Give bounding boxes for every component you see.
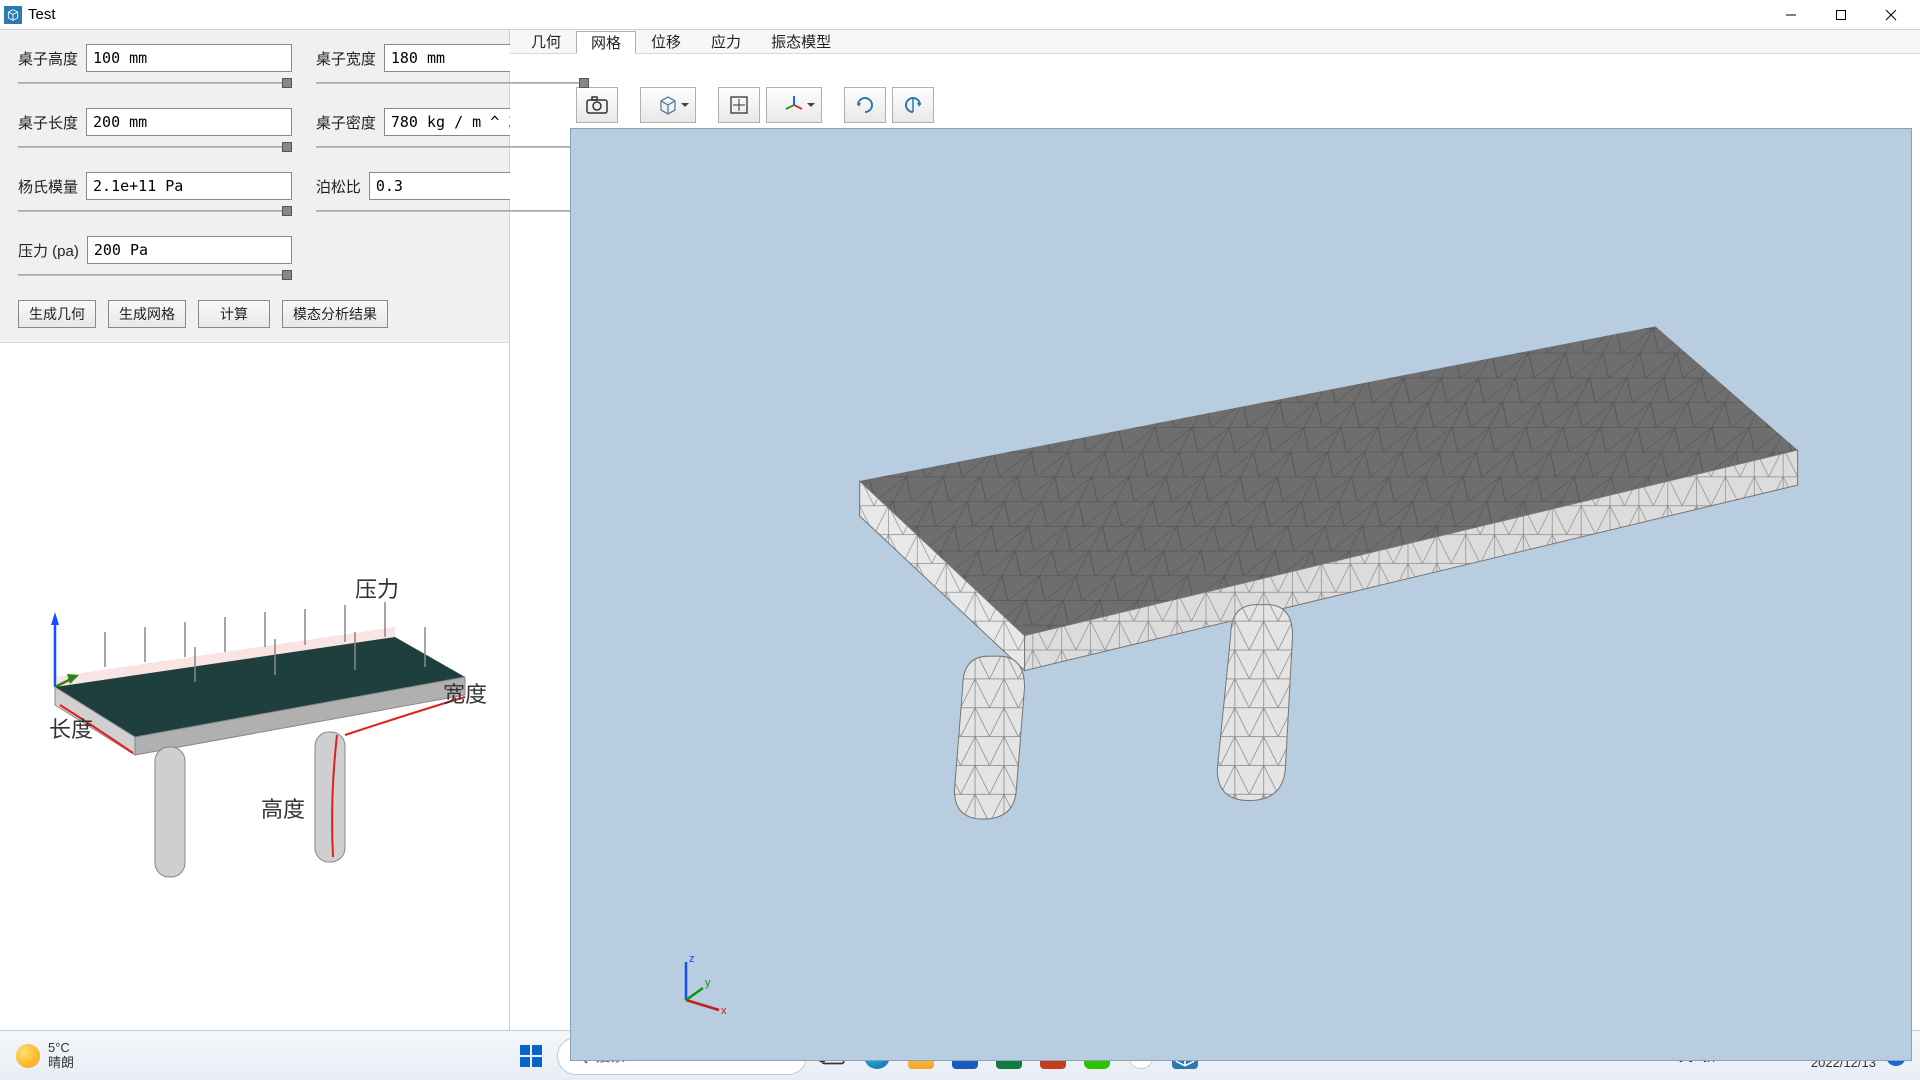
slider-youngs-modulus[interactable]: [18, 204, 292, 218]
rotate-ccw-icon[interactable]: [892, 87, 934, 123]
window-title: Test: [28, 6, 56, 23]
input-youngs-modulus[interactable]: [86, 172, 292, 200]
compute-button[interactable]: 计算: [198, 300, 270, 328]
viewport-toolbar: [570, 84, 1912, 126]
title-bar: Test: [0, 0, 1920, 30]
schematic-label-height: 高度: [261, 797, 305, 822]
action-buttons: 生成几何 生成网格 计算 模态分析结果: [0, 290, 509, 343]
axis-orient-icon[interactable]: [766, 87, 822, 123]
projection-icon[interactable]: [640, 87, 696, 123]
slider-table-width[interactable]: [316, 76, 589, 90]
label-table-width: 桌子宽度: [316, 48, 376, 69]
label-table-height: 桌子高度: [18, 48, 78, 69]
gen-geometry-button[interactable]: 生成几何: [18, 300, 96, 328]
tab-geometry[interactable]: 几何: [516, 30, 576, 53]
slider-table-height[interactable]: [18, 76, 292, 90]
schematic-label-width: 宽度: [443, 682, 487, 707]
tab-modal[interactable]: 振态模型: [756, 30, 846, 53]
sidebar: 桌子高度 桌子宽度 桌子长度: [0, 30, 510, 1030]
slider-table-density[interactable]: [316, 140, 589, 154]
input-table-length[interactable]: [86, 108, 292, 136]
label-youngs-modulus: 杨氏模量: [18, 176, 78, 197]
slider-table-length[interactable]: [18, 140, 292, 154]
input-pressure[interactable]: [87, 236, 292, 264]
svg-text:x: x: [721, 1005, 727, 1017]
camera-icon[interactable]: [576, 87, 618, 123]
svg-text:z: z: [689, 953, 695, 965]
weather-desc: 晴朗: [48, 1056, 74, 1070]
main-view: 几何 网格 位移 应力 振态模型: [510, 30, 1920, 1030]
weather-temp: 5°C: [48, 1041, 74, 1055]
close-button[interactable]: [1866, 0, 1916, 30]
result-tabs: 几何 网格 位移 应力 振态模型: [510, 30, 1920, 54]
input-table-height[interactable]: [86, 44, 292, 72]
3d-viewport[interactable]: z x y: [570, 128, 1912, 1061]
svg-text:y: y: [705, 977, 711, 989]
label-table-density: 桌子密度: [316, 112, 376, 133]
tab-displacement[interactable]: 位移: [636, 30, 696, 53]
modal-results-button[interactable]: 模态分析结果: [282, 300, 388, 328]
tab-mesh[interactable]: 网格: [576, 31, 636, 54]
maximize-button[interactable]: [1816, 0, 1866, 30]
axis-triad-icon: z x y: [661, 950, 731, 1020]
schematic-preview: 压力 宽度 长度 高度: [0, 343, 509, 1030]
gen-mesh-button[interactable]: 生成网格: [108, 300, 186, 328]
label-pressure: 压力 (pa): [18, 240, 79, 261]
app-icon: [4, 6, 22, 24]
taskbar-weather[interactable]: 5°C 晴朗: [6, 1041, 84, 1070]
sun-icon: [16, 1044, 40, 1068]
fit-view-icon[interactable]: [718, 87, 760, 123]
slider-pressure[interactable]: [18, 268, 292, 282]
rotate-cw-icon[interactable]: [844, 87, 886, 123]
tab-stress[interactable]: 应力: [696, 30, 756, 53]
label-poisson-ratio: 泊松比: [316, 176, 361, 197]
start-button[interactable]: [513, 1038, 549, 1074]
slider-poisson-ratio[interactable]: [316, 204, 589, 218]
schematic-label-pressure: 压力: [355, 577, 399, 602]
label-table-length: 桌子长度: [18, 112, 78, 133]
schematic-label-length: 长度: [49, 717, 93, 742]
parameter-panel: 桌子高度 桌子宽度 桌子长度: [0, 30, 509, 290]
minimize-button[interactable]: [1766, 0, 1816, 30]
